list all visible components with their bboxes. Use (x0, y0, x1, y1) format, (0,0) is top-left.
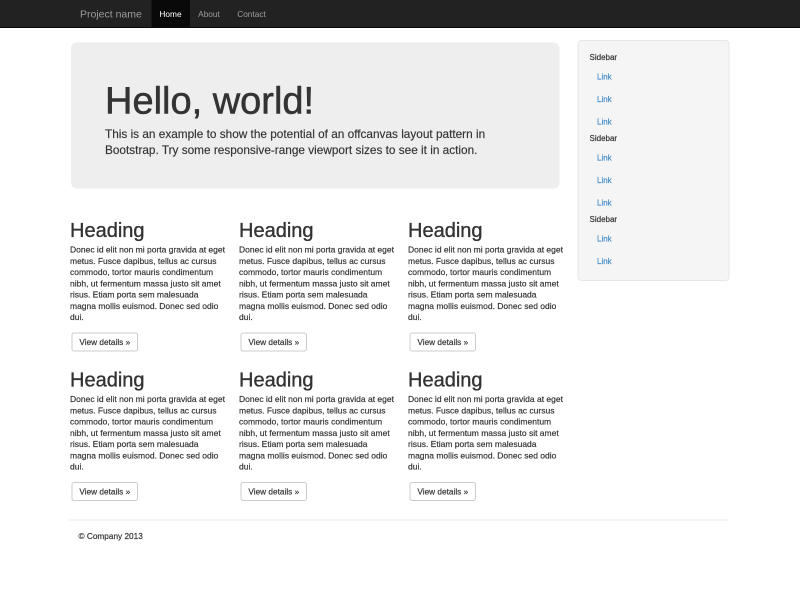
sidebar-link[interactable]: Link (579, 109, 729, 132)
nav-item-home[interactable]: Home (151, 0, 190, 28)
card-6: Heading Donec id elit non mi porta gravi… (408, 370, 564, 502)
card-5: Heading Donec id elit non mi porta gravi… (239, 370, 395, 502)
card-heading: Heading (408, 370, 564, 391)
sidebar-header-1: Sidebar (579, 51, 729, 65)
footer-divider (70, 520, 730, 521)
page: Project name Home About Contact Hello, w… (0, 0, 800, 600)
card-3: Heading Donec id elit non mi porta gravi… (408, 220, 564, 352)
card-4: Heading Donec id elit non mi porta gravi… (70, 370, 226, 502)
sidebar-link[interactable]: Link (579, 87, 729, 110)
navbar-brand[interactable]: Project name (80, 0, 142, 28)
jumbotron-text: This is an example to show the potential… (105, 126, 530, 159)
card-1: Heading Donec id elit non mi porta gravi… (70, 220, 226, 352)
view-details-button[interactable]: View details » (71, 482, 138, 501)
card-body: Donec id elit non mi porta gravida at eg… (408, 394, 564, 473)
view-details-button[interactable]: View details » (240, 333, 307, 352)
sidebar-link[interactable]: Link (579, 64, 729, 87)
card-body: Donec id elit non mi porta gravida at eg… (70, 394, 226, 473)
footer-copyright: © Company 2013 (79, 531, 143, 542)
card-heading: Heading (239, 370, 395, 391)
sidebar-link[interactable]: Link (579, 190, 729, 213)
view-details-button[interactable]: View details » (240, 482, 307, 501)
nav-item-about[interactable]: About (194, 0, 224, 28)
card-heading: Heading (70, 220, 226, 241)
top-navbar: Project name Home About Contact (0, 0, 800, 28)
card-heading: Heading (408, 220, 564, 241)
sidebar-link[interactable]: Link (579, 249, 729, 272)
sidebar-link[interactable]: Link (579, 226, 729, 249)
sidebar-link[interactable]: Link (579, 145, 729, 168)
sidebar: Sidebar Link Link Link Sidebar Link Link… (578, 40, 730, 281)
jumbotron-heading: Hello, world! (105, 81, 526, 120)
card-2: Heading Donec id elit non mi porta gravi… (239, 220, 395, 352)
view-details-button[interactable]: View details » (409, 482, 476, 501)
card-body: Donec id elit non mi porta gravida at eg… (239, 245, 395, 324)
sidebar-header-2: Sidebar (579, 132, 729, 146)
cards-grid: Heading Donec id elit non mi porta gravi… (70, 220, 580, 501)
view-details-button[interactable]: View details » (409, 333, 476, 352)
sidebar-link[interactable]: Link (579, 168, 729, 191)
card-heading: Heading (70, 370, 226, 391)
card-body: Donec id elit non mi porta gravida at eg… (239, 394, 395, 473)
view-details-button[interactable]: View details » (71, 333, 138, 352)
card-body: Donec id elit non mi porta gravida at eg… (70, 245, 226, 324)
nav-item-contact[interactable]: Contact (233, 0, 270, 28)
card-body: Donec id elit non mi porta gravida at eg… (408, 245, 564, 324)
jumbotron: Hello, world! This is an example to show… (71, 43, 560, 189)
sidebar-header-3: Sidebar (579, 213, 729, 227)
scaled-canvas: Project name Home About Contact Hello, w… (0, 0, 800, 600)
card-heading: Heading (239, 220, 395, 241)
